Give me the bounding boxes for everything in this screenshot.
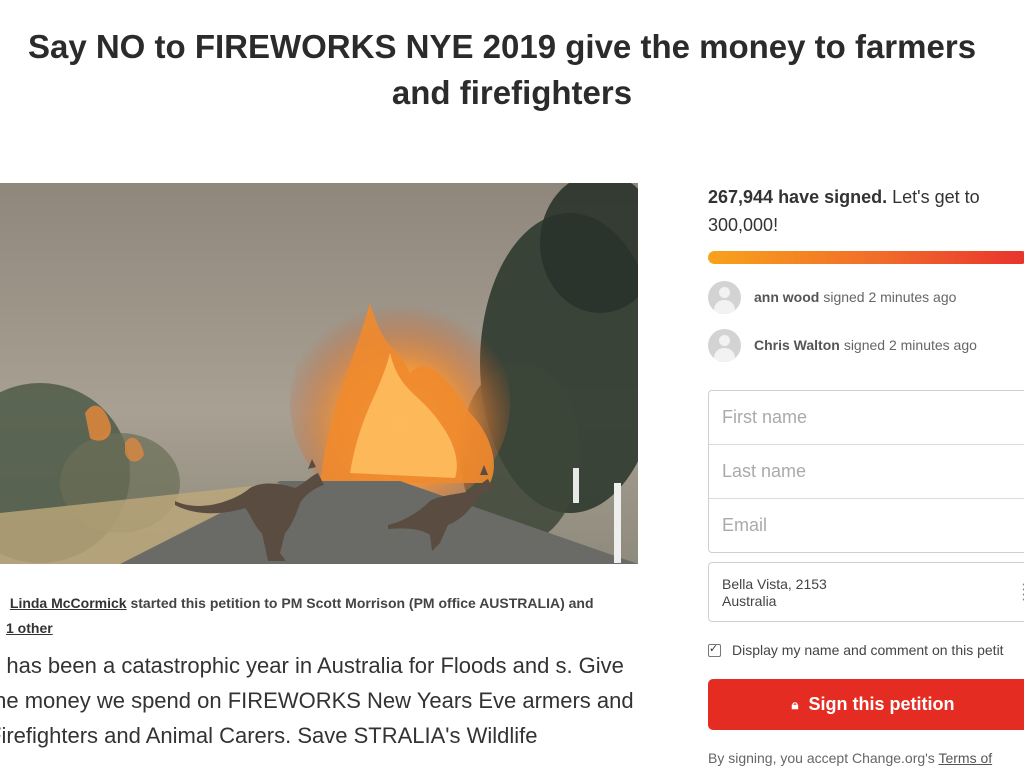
- location-city: Bella Vista, 2153: [722, 576, 827, 592]
- terms-prefix: By signing, you accept Change.org's: [708, 750, 939, 766]
- petition-description: 9 has been a catastrophic year in Austra…: [0, 653, 634, 748]
- petition-title-line2: and firefighters: [391, 74, 633, 111]
- display-name-label: Display my name and comment on this peti…: [732, 642, 1004, 658]
- signature-count-value: 267,944 have signed.: [708, 187, 888, 207]
- signer-name: ann wood: [754, 289, 820, 305]
- last-name-field[interactable]: Last name: [709, 445, 1024, 499]
- display-name-checkbox-row[interactable]: Display my name and comment on this peti…: [708, 642, 1024, 658]
- first-name-field[interactable]: First name: [709, 391, 1024, 445]
- terms-link[interactable]: Terms of: [938, 750, 992, 766]
- others-link[interactable]: 1 other: [6, 620, 53, 636]
- starter-avatar: [0, 594, 6, 608]
- terms-notice: By signing, you accept Change.org's Term…: [708, 750, 1024, 766]
- sign-button-label: Sign this petition: [808, 694, 955, 714]
- signer-time: signed 2 minutes ago: [843, 337, 977, 353]
- user-avatar-icon: [708, 280, 741, 314]
- starter-action-text: started this petition to PM Scott Morris…: [126, 595, 594, 611]
- signer-name: Chris Walton: [754, 337, 840, 353]
- signature-count: 267,944 have signed. Let's get to 300,00…: [708, 183, 1008, 239]
- bushfire-photo: [0, 183, 638, 564]
- signer-time: signed 2 minutes ago: [823, 289, 957, 305]
- location-country: Australia: [722, 593, 777, 609]
- starter-name-link[interactable]: Linda McCormick: [10, 595, 127, 611]
- recent-signer: Chris Walton signed 2 minutes ago: [708, 328, 1024, 362]
- user-avatar-icon: [708, 328, 741, 362]
- petition-title: Say NO to FIREWORKS NYE 2019 give the mo…: [0, 24, 1024, 116]
- sign-petition-button[interactable]: 🔒︎ Sign this petition: [708, 679, 1024, 730]
- location-text: Bella Vista, 2153 Australia: [722, 576, 827, 610]
- lock-icon: 🔒︎: [791, 696, 799, 712]
- petition-image: [0, 183, 638, 564]
- petition-title-line1: Say NO to FIREWORKS NYE 2019 give the mo…: [27, 28, 977, 65]
- email-field[interactable]: Email: [709, 499, 1024, 552]
- petition-starter: Linda McCormick started this petition to…: [0, 591, 630, 641]
- recent-signer: ann wood signed 2 minutes ago: [708, 280, 1024, 314]
- signature-progress-bar: [708, 251, 1024, 264]
- location-field[interactable]: Bella Vista, 2153 Australia: [708, 562, 1024, 622]
- sign-form: First name Last name Email: [708, 390, 1024, 553]
- display-name-checkbox[interactable]: [708, 642, 721, 657]
